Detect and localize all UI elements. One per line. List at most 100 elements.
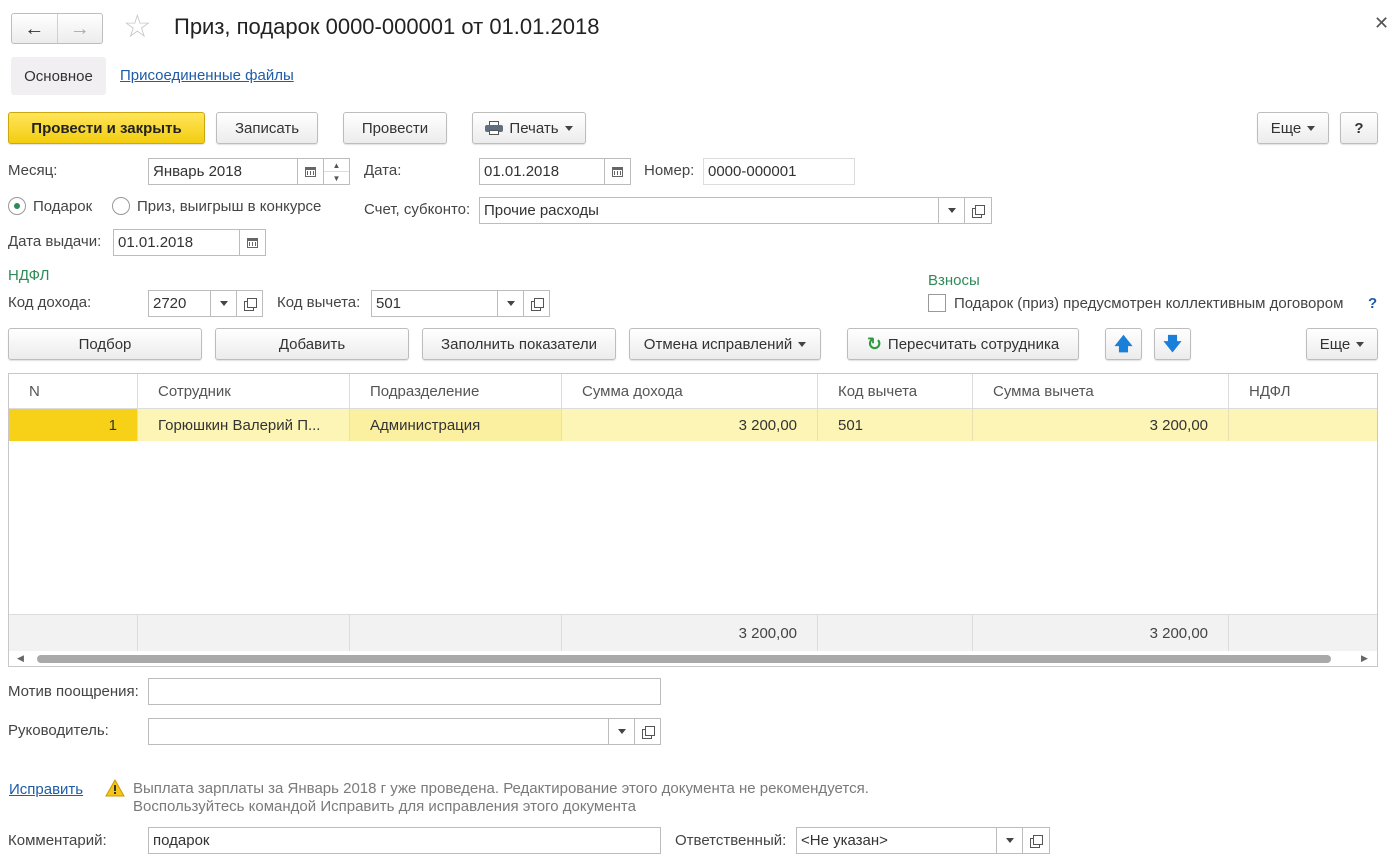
account-label: Счет, субконто: <box>364 201 471 218</box>
date-calendar-button[interactable] <box>604 158 631 185</box>
total-income-sum: 3 200,00 <box>562 614 818 651</box>
deduction-code-dropdown-button[interactable] <box>497 290 524 317</box>
account-open-button[interactable] <box>964 197 992 224</box>
arrow-up-icon: 🡅 <box>1114 334 1133 354</box>
open-icon <box>530 297 544 311</box>
manager-label: Руководитель: <box>8 722 109 739</box>
account-dropdown-button[interactable] <box>938 197 965 224</box>
manager-open-button[interactable] <box>634 718 661 745</box>
scroll-right-icon[interactable]: ▶ <box>1361 653 1368 664</box>
cell-deduction-sum[interactable]: 3 200,00 <box>973 409 1229 441</box>
chevron-down-icon <box>219 301 228 306</box>
income-code-open-button[interactable] <box>236 290 263 317</box>
number-field[interactable]: 0000-000001 <box>703 158 855 185</box>
chevron-down-icon <box>798 341 807 347</box>
radio-selected-icon <box>8 197 26 215</box>
stepper-down-icon[interactable]: ▼ <box>324 172 349 184</box>
move-up-button[interactable]: 🡅 <box>1105 328 1142 360</box>
print-button[interactable]: Печать <box>472 112 586 144</box>
column-header-employee[interactable]: Сотрудник <box>138 374 350 409</box>
comment-value: подарок <box>153 832 210 849</box>
responsible-open-button[interactable] <box>1022 827 1050 854</box>
cell-employee[interactable]: Горюшкин Валерий П... <box>138 409 350 441</box>
issue-date-field[interactable]: 01.01.2018 <box>113 229 240 256</box>
post-and-close-label: Провести и закрыть <box>31 119 182 137</box>
table-more-button[interactable]: Еще <box>1306 328 1378 360</box>
open-icon <box>972 204 985 218</box>
motive-field[interactable] <box>148 678 661 705</box>
cancel-corrections-button[interactable]: Отмена исправлений <box>629 328 821 360</box>
move-down-button[interactable]: 🡇 <box>1154 328 1191 360</box>
month-stepper[interactable]: ▲ ▼ <box>323 158 350 185</box>
tab-main[interactable]: Основное <box>11 57 106 95</box>
account-field[interactable]: Прочие расходы <box>479 197 939 224</box>
contrib-checkbox-label[interactable]: Подарок (приз) предусмотрен коллективным… <box>954 295 1343 312</box>
more-button[interactable]: Еще <box>1257 112 1329 144</box>
cell-deduction-code[interactable]: 501 <box>818 409 973 441</box>
cell-n[interactable]: 1 <box>9 409 138 441</box>
table-more-label: Еще <box>1319 335 1351 353</box>
contrib-checkbox[interactable] <box>928 294 946 312</box>
month-field[interactable]: Январь 2018 <box>148 158 298 185</box>
add-button[interactable]: Добавить <box>215 328 409 360</box>
income-code-dropdown-button[interactable] <box>210 290 237 317</box>
column-header-deduction-sum[interactable]: Сумма вычета <box>973 374 1229 409</box>
horizontal-scrollbar[interactable]: ◀ ▶ <box>9 651 1377 666</box>
close-icon[interactable]: ✕ <box>1374 14 1389 32</box>
comment-field[interactable]: подарок <box>148 827 661 854</box>
nav-buttons: ← → <box>11 13 103 44</box>
save-label: Записать <box>234 119 300 137</box>
forward-button[interactable]: → <box>58 14 103 43</box>
chevron-down-icon <box>617 729 626 734</box>
responsible-dropdown-button[interactable] <box>996 827 1023 854</box>
recalc-employee-label: Пересчитать сотрудника <box>887 335 1060 353</box>
pick-button[interactable]: Подбор <box>8 328 202 360</box>
calendar-icon <box>305 166 316 177</box>
favorite-star-icon[interactable]: ☆ <box>123 10 152 42</box>
scroll-left-icon[interactable]: ◀ <box>17 653 24 664</box>
stepper-up-icon[interactable]: ▲ <box>324 159 349 172</box>
post-button[interactable]: Провести <box>343 112 447 144</box>
chevron-down-icon <box>947 208 956 213</box>
column-header-n[interactable]: N <box>9 374 138 409</box>
manager-field[interactable] <box>148 718 609 745</box>
issue-date-calendar-button[interactable] <box>239 229 266 256</box>
date-field[interactable]: 01.01.2018 <box>479 158 605 185</box>
post-label: Провести <box>361 119 429 137</box>
cell-income-sum[interactable]: 3 200,00 <box>562 409 818 441</box>
calendar-icon <box>247 237 258 248</box>
deduction-code-open-button[interactable] <box>523 290 550 317</box>
cell-department[interactable]: Администрация <box>350 409 562 441</box>
fix-link[interactable]: Исправить <box>9 781 83 798</box>
deduction-code-field[interactable]: 501 <box>371 290 498 317</box>
radio-prize[interactable]: Приз, выигрыш в конкурсе <box>112 197 321 215</box>
contrib-help-link[interactable]: ? <box>1368 295 1377 312</box>
chevron-down-icon <box>1307 125 1316 131</box>
column-header-ndfl[interactable]: НДФЛ <box>1229 374 1377 409</box>
radio-gift-label: Подарок <box>33 197 93 215</box>
column-header-income-sum[interactable]: Сумма дохода <box>562 374 818 409</box>
column-header-department[interactable]: Подразделение <box>350 374 562 409</box>
income-code-label: Код дохода: <box>8 294 92 311</box>
tab-attached-files[interactable]: Присоединенные файлы <box>120 67 294 84</box>
recalc-employee-button[interactable]: ↻ Пересчитать сотрудника <box>847 328 1079 360</box>
cell-ndfl[interactable] <box>1229 409 1377 441</box>
motive-label: Мотив поощрения: <box>8 683 139 700</box>
income-code-field[interactable]: 2720 <box>148 290 211 317</box>
arrow-down-icon: 🡇 <box>1163 334 1182 354</box>
save-button[interactable]: Записать <box>216 112 318 144</box>
help-button[interactable]: ? <box>1340 112 1378 144</box>
post-and-close-button[interactable]: Провести и закрыть <box>8 112 205 144</box>
radio-gift[interactable]: Подарок <box>8 197 92 215</box>
warning-icon <box>105 778 125 797</box>
manager-dropdown-button[interactable] <box>608 718 635 745</box>
refresh-icon: ↻ <box>866 334 882 354</box>
back-button[interactable]: ← <box>12 14 58 43</box>
number-value: 0000-000001 <box>708 163 797 180</box>
fill-indicators-button[interactable]: Заполнить показатели <box>422 328 616 360</box>
month-calendar-button[interactable] <box>297 158 324 185</box>
scrollbar-thumb[interactable] <box>37 655 1331 663</box>
responsible-field[interactable]: <Не указан> <box>796 827 997 854</box>
column-header-deduction-code[interactable]: Код вычета <box>818 374 973 409</box>
employees-table: N Сотрудник Подразделение Сумма дохода К… <box>8 373 1378 667</box>
